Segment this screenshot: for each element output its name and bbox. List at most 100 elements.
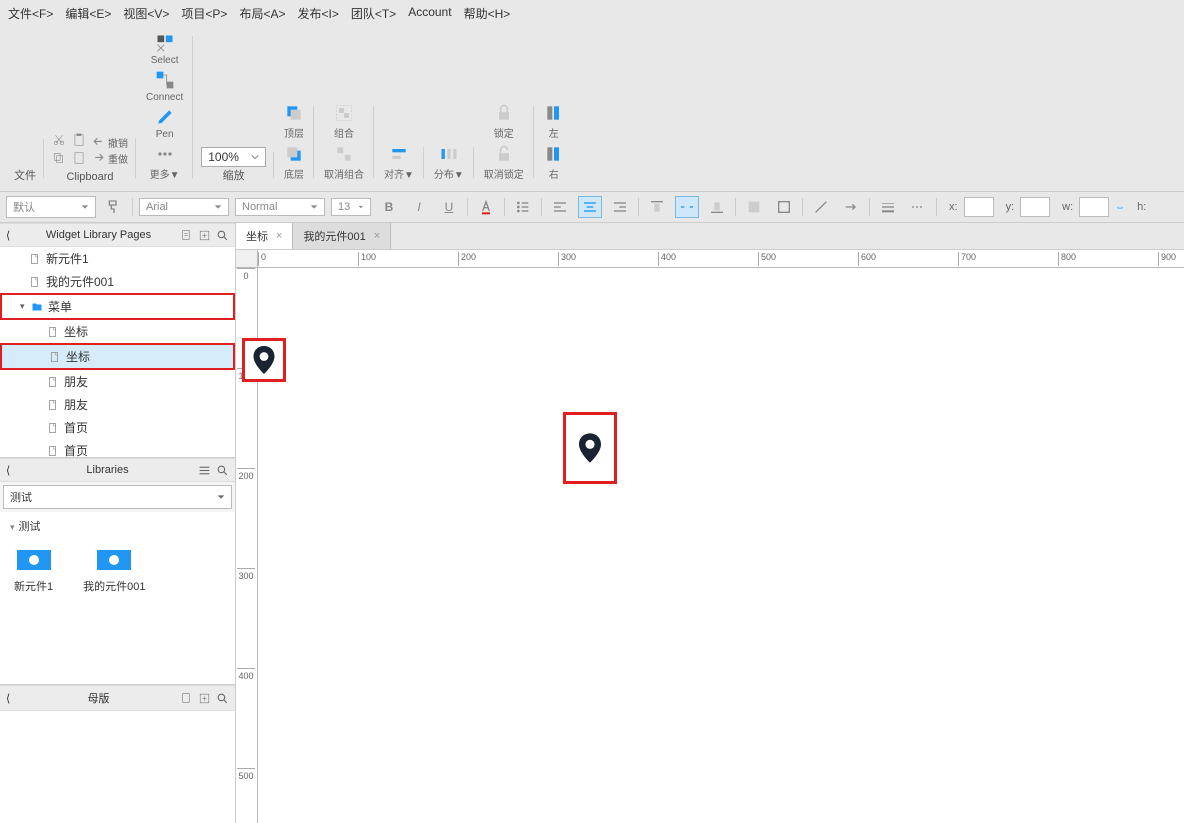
- font-color-button[interactable]: [474, 196, 498, 218]
- tree-folder[interactable]: ▾菜单: [0, 293, 235, 320]
- h-label: h:: [1137, 201, 1146, 213]
- search-masters-icon[interactable]: [215, 691, 229, 705]
- add-page-icon[interactable]: [179, 228, 193, 242]
- copy-icon[interactable]: [52, 151, 66, 168]
- lib-menu-icon[interactable]: [197, 463, 211, 477]
- lock-button[interactable]: 锁定: [492, 101, 516, 142]
- valign-middle[interactable]: [675, 196, 699, 218]
- distribute-button[interactable]: 分布▼: [432, 142, 466, 183]
- cut-icon[interactable]: [52, 133, 66, 150]
- menu-project[interactable]: 项目<P>: [181, 5, 227, 22]
- border-color-button[interactable]: [772, 196, 796, 218]
- collapse-icon[interactable]: ⟨: [6, 229, 18, 242]
- paste-special-icon[interactable]: [72, 151, 86, 168]
- group-button[interactable]: 组合: [332, 101, 356, 142]
- folder-icon: [30, 300, 44, 314]
- font-select[interactable]: Arial: [139, 198, 229, 216]
- style-select[interactable]: 默认: [6, 196, 96, 218]
- pages-panel-header: ⟨ Widget Library Pages: [0, 223, 235, 247]
- library-item[interactable]: 我的元件001: [83, 550, 145, 594]
- zoom-select[interactable]: 100%: [201, 147, 266, 167]
- collapse-icon[interactable]: ⟨: [6, 692, 18, 705]
- x-input[interactable]: [964, 197, 994, 217]
- pen-tool[interactable]: Pen: [153, 105, 177, 142]
- document-tab[interactable]: 我的元件001×: [293, 223, 391, 249]
- bullets-button[interactable]: [511, 196, 535, 218]
- tree-page[interactable]: 首页: [0, 439, 235, 457]
- location-marker-widget-1[interactable]: [242, 338, 286, 382]
- align-right-text[interactable]: [608, 196, 632, 218]
- add-folder-icon[interactable]: [197, 228, 211, 242]
- paste-icon[interactable]: [72, 133, 86, 150]
- line-pattern-button[interactable]: [906, 196, 930, 218]
- page-icon: [46, 375, 60, 389]
- menu-team[interactable]: 团队<T>: [351, 5, 396, 22]
- menu-publish[interactable]: 发布<I>: [297, 5, 338, 22]
- menu-file[interactable]: 文件<F>: [8, 5, 53, 22]
- tree-page[interactable]: 朋友: [0, 370, 235, 393]
- tree-page[interactable]: 新元件1: [0, 247, 235, 270]
- align-right-button[interactable]: 右: [542, 142, 566, 183]
- link-wh-icon[interactable]: ⇔: [1115, 202, 1125, 213]
- align-center-text[interactable]: [578, 196, 602, 218]
- collapse-icon[interactable]: ⟨: [6, 464, 18, 477]
- tree-item-label: 首页: [64, 442, 88, 457]
- document-tab[interactable]: 坐标×: [236, 223, 293, 249]
- ruler-tick: 700: [958, 252, 976, 266]
- search-pages-icon[interactable]: [215, 228, 229, 242]
- format-painter-icon[interactable]: [102, 196, 126, 218]
- library-category[interactable]: ▾测试: [0, 512, 235, 540]
- tree-page[interactable]: 首页: [0, 416, 235, 439]
- ruler-tick: 200: [458, 252, 476, 266]
- undo-button[interactable]: 撤销: [92, 135, 128, 150]
- menu-view[interactable]: 视图<V>: [123, 5, 169, 22]
- close-icon[interactable]: ×: [374, 230, 380, 242]
- align-left-text[interactable]: [548, 196, 572, 218]
- ruler-corner: [236, 250, 258, 268]
- menu-help[interactable]: 帮助<H>: [464, 5, 511, 22]
- arrow-style-button[interactable]: [839, 196, 863, 218]
- tree-page[interactable]: 坐标: [0, 320, 235, 343]
- lib-search-icon[interactable]: [215, 463, 229, 477]
- valign-bottom[interactable]: [705, 196, 729, 218]
- align-left-button[interactable]: 左: [542, 101, 566, 142]
- tree-page[interactable]: 坐标: [0, 343, 235, 370]
- canvas[interactable]: [258, 268, 1184, 823]
- unlock-button[interactable]: 取消锁定: [482, 142, 526, 183]
- italic-button[interactable]: I: [407, 196, 431, 218]
- ungroup-button[interactable]: 取消组合: [322, 142, 366, 183]
- library-select[interactable]: 测试: [3, 485, 232, 509]
- fill-color-button[interactable]: [742, 196, 766, 218]
- menu-edit[interactable]: 编辑<E>: [65, 5, 111, 22]
- valign-top[interactable]: [645, 196, 669, 218]
- connect-tool[interactable]: Connect: [144, 68, 185, 105]
- underline-button[interactable]: U: [437, 196, 461, 218]
- line-width-button[interactable]: [876, 196, 900, 218]
- ruler-tick: 400: [237, 668, 255, 681]
- align-button[interactable]: 对齐▼: [382, 142, 416, 183]
- line-style-button[interactable]: [809, 196, 833, 218]
- tree-item-label: 朋友: [64, 373, 88, 390]
- library-item[interactable]: 新元件1: [14, 550, 53, 594]
- tree-page[interactable]: 我的元件001: [0, 270, 235, 293]
- add-master-folder-icon[interactable]: [197, 691, 211, 705]
- y-input[interactable]: [1020, 197, 1050, 217]
- add-master-icon[interactable]: [179, 691, 193, 705]
- menu-arrange[interactable]: 布局<A>: [239, 5, 285, 22]
- bring-front-button[interactable]: 顶层: [282, 101, 306, 142]
- size-select[interactable]: 13: [331, 198, 371, 216]
- canvas-viewport[interactable]: 0100200300400500600700800900 01002003004…: [236, 250, 1184, 823]
- menu-account[interactable]: Account: [408, 5, 451, 22]
- redo-button[interactable]: 重做: [92, 151, 128, 166]
- close-icon[interactable]: ×: [276, 230, 282, 242]
- bold-button[interactable]: B: [377, 196, 401, 218]
- location-marker-widget-2[interactable]: [563, 412, 617, 484]
- more-tools[interactable]: 更多▼: [148, 142, 182, 183]
- send-back-button[interactable]: 底层: [282, 142, 306, 183]
- menu-bar: 文件<F> 编辑<E> 视图<V> 项目<P> 布局<A> 发布<I> 团队<T…: [0, 0, 1184, 27]
- select-tool[interactable]: Select: [149, 31, 181, 68]
- weight-select[interactable]: Normal: [235, 198, 325, 216]
- w-input[interactable]: [1079, 197, 1109, 217]
- tree-page[interactable]: 朋友: [0, 393, 235, 416]
- page-icon: [48, 350, 62, 364]
